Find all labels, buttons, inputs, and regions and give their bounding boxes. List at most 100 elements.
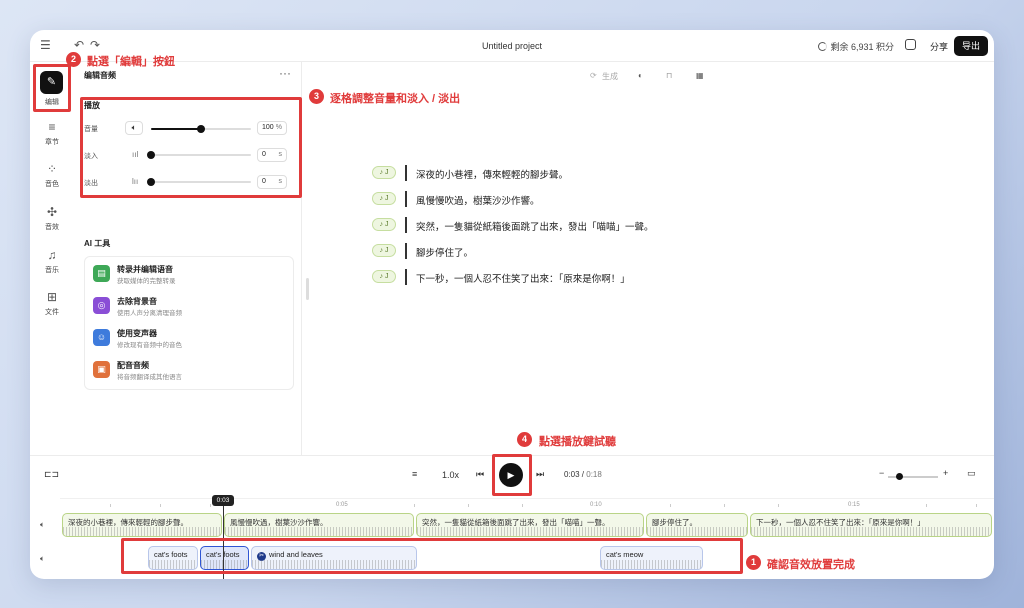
line-text[interactable]: 下一秒，一個人忍不住笑了出來：「原來是你啊！」 [416, 271, 630, 285]
rail-item-chapters[interactable]: ≡ 章节 [30, 120, 74, 147]
feedback-icon[interactable] [905, 39, 916, 50]
sfx-track-speaker-icon[interactable]: 🔈︎ [40, 554, 45, 564]
more-icon[interactable]: ··· [279, 66, 291, 80]
step-badge: 2 [66, 52, 81, 67]
voice-track-speaker-icon[interactable]: 🔈︎ [40, 520, 45, 530]
voice-clip[interactable]: 突然，一隻貓從紙箱後面跳了出來，發出「喵喵」一聲。 [416, 513, 644, 537]
lock-icon[interactable]: ⊓ [666, 71, 672, 80]
rail-label: 音乐 [45, 267, 59, 274]
time-ruler[interactable]: 0:05 0:10 0:15 [60, 498, 994, 512]
waveform [417, 527, 643, 536]
highlight-edit-button [33, 64, 71, 112]
ai-tool-name: 配音音频 [117, 361, 149, 370]
line-text[interactable]: 深夜的小巷裡，傳來輕輕的腳步聲。 [416, 167, 568, 181]
ruler-tick-mark [522, 504, 523, 507]
ai-tool-dubbing[interactable]: ▣ 配音音频 将音频翻译成其他语言 [93, 358, 289, 384]
line-text[interactable]: 風慢慢吹過，樹葉沙沙作響。 [416, 193, 540, 207]
line-text[interactable]: 突然，一隻貓從紙箱後面跳了出來，發出「喵喵」一聲。 [416, 219, 654, 233]
voice-tag[interactable]: ♪ J [372, 166, 396, 179]
voice-tag[interactable]: ♪ J [372, 244, 396, 257]
script-line[interactable]: ♪ J 突然，一隻貓從紙箱後面跳了出來，發出「喵喵」一聲。 [372, 217, 772, 233]
text-cursor-bar [405, 217, 407, 233]
ruler-tick-mark [468, 504, 469, 507]
transcribe-icon: ▤ [93, 265, 110, 282]
voice-tag[interactable]: ♪ J [372, 218, 396, 231]
skip-back-icon[interactable]: ⏮︎ [476, 469, 484, 480]
voice-settings-icon[interactable]: ◐ [638, 71, 643, 80]
speed-button[interactable]: 1.0x [442, 470, 459, 480]
ai-tool-desc: 修改现有音频中的音色 [117, 342, 182, 349]
grid-icon[interactable]: ▦ [696, 71, 704, 80]
ruler-tick-mark [670, 504, 671, 507]
playhead-time[interactable]: 0:03 [212, 495, 234, 506]
fit-view-icon[interactable]: ▭ [967, 468, 976, 479]
script-editor: ⟳ 生成 ◐ ⊓ ▦ ♪ J 深夜的小巷裡，傳來輕輕的腳步聲。 ♪ J 風慢慢吹… [302, 62, 994, 455]
clip-label: 腳步停住了。 [652, 518, 697, 527]
step-annotation: 點選「編輯」按鈕 [87, 56, 175, 68]
script-line[interactable]: ♪ J 深夜的小巷裡，傳來輕輕的腳步聲。 [372, 165, 772, 181]
step-badge: 3 [309, 89, 324, 104]
ai-tool-desc: 将音频翻译成其他语言 [117, 374, 182, 381]
voice-clip[interactable]: 下一秒，一個人忍不住笑了出來：「原來是你啊！」 [750, 513, 992, 537]
voice-clip[interactable]: 深夜的小巷裡，傳來輕輕的腳步聲。 [62, 513, 222, 537]
chapters-icon: ≡ [48, 120, 56, 134]
rail-item-music[interactable]: ♫ 音乐 [30, 248, 74, 275]
rail-item-files[interactable]: ⊞ 文件 [30, 290, 74, 317]
clip-label: 風慢慢吹過，樹葉沙沙作響。 [230, 518, 328, 527]
panel-resize-handle[interactable] [306, 278, 309, 300]
ai-tool-name: 使用变声器 [117, 329, 157, 338]
voice-clip[interactable]: 腳步停住了。 [646, 513, 748, 537]
voice-clip[interactable]: 風慢慢吹過，樹葉沙沙作響。 [224, 513, 414, 537]
skip-forward-icon[interactable]: ⏭︎ [536, 469, 544, 480]
ruler-tick-label: 0:10 [590, 502, 602, 508]
step-annotation: 確認音效放置完成 [767, 559, 855, 571]
text-cursor-bar [405, 191, 407, 207]
files-icon: ⊞ [46, 290, 58, 304]
generate-button[interactable]: 生成 [602, 71, 618, 82]
ruler-tick-mark [160, 504, 161, 507]
waveform [225, 527, 413, 536]
ai-tool-voice-changer[interactable]: ☺ 使用变声器 修改现有音频中的音色 [93, 326, 289, 352]
ruler-tick-label: 0:05 [336, 502, 348, 508]
rail-item-sound-effects[interactable]: ✣ 音效 [30, 205, 74, 232]
toggle-panel-icon[interactable]: ⊏⊐ [44, 469, 59, 480]
rail-label: 音色 [45, 181, 59, 188]
clip-label: 突然，一隻貓從紙箱後面跳了出來，發出「喵喵」一聲。 [422, 518, 610, 527]
rail-label: 文件 [45, 309, 59, 316]
highlight-playback-section [80, 97, 302, 198]
step-annotation: 點選播放鍵試聽 [539, 436, 616, 448]
playlist-icon[interactable]: ≡ [412, 469, 417, 479]
ai-tool-transcribe[interactable]: ▤ 转录并编辑语音 获取媒体的完整转录 [93, 262, 289, 288]
rail-label: 音效 [45, 224, 59, 231]
ai-tools-list: ▤ 转录并编辑语音 获取媒体的完整转录 ◎ 去除背景音 使用人声分离清理音频 ☺… [84, 256, 294, 390]
step-annotation: 逐格調整音量和淡入 / 淡出 [330, 93, 461, 105]
ai-tool-desc: 使用人声分离清理音频 [117, 310, 182, 317]
refresh-icon[interactable]: ⟳ [590, 71, 597, 80]
credits-ring-icon [818, 42, 828, 51]
rail-item-voices[interactable]: ⁘ 音色 [30, 162, 74, 189]
clip-label: 深夜的小巷裡，傳來輕輕的腳步聲。 [68, 518, 188, 527]
zoom-in-icon[interactable]: + [943, 468, 948, 478]
script-line[interactable]: ♪ J 腳步停住了。 [372, 243, 772, 259]
ruler-tick-mark [110, 504, 111, 507]
line-text[interactable]: 腳步停住了。 [416, 245, 473, 259]
waveform [751, 527, 991, 536]
ruler-tick-label: 0:15 [848, 502, 860, 508]
waveform [647, 527, 747, 536]
script-line[interactable]: ♪ J 風慢慢吹過，樹葉沙沙作響。 [372, 191, 772, 207]
voice-tag[interactable]: ♪ J [372, 192, 396, 205]
ai-tool-remove-background[interactable]: ◎ 去除背景音 使用人声分离清理音频 [93, 294, 289, 320]
zoom-out-icon[interactable]: − [879, 468, 884, 478]
total-time: 0:18 [586, 470, 602, 479]
script-line[interactable]: ♪ J 下一秒，一個人忍不住笑了出來：「原來是你啊！」 [372, 269, 772, 285]
rail-label: 章节 [45, 139, 59, 146]
text-cursor-bar [405, 243, 407, 259]
export-button[interactable]: 导出 [954, 36, 988, 56]
share-button[interactable]: 分享 [930, 40, 948, 53]
text-cursor-bar [405, 165, 407, 181]
ai-tool-name: 转录并编辑语音 [117, 265, 173, 274]
voice-tag[interactable]: ♪ J [372, 270, 396, 283]
ai-tools-heading: AI 工具 [84, 239, 111, 248]
highlight-sfx-track [121, 538, 743, 574]
zoom-knob[interactable] [896, 473, 903, 480]
